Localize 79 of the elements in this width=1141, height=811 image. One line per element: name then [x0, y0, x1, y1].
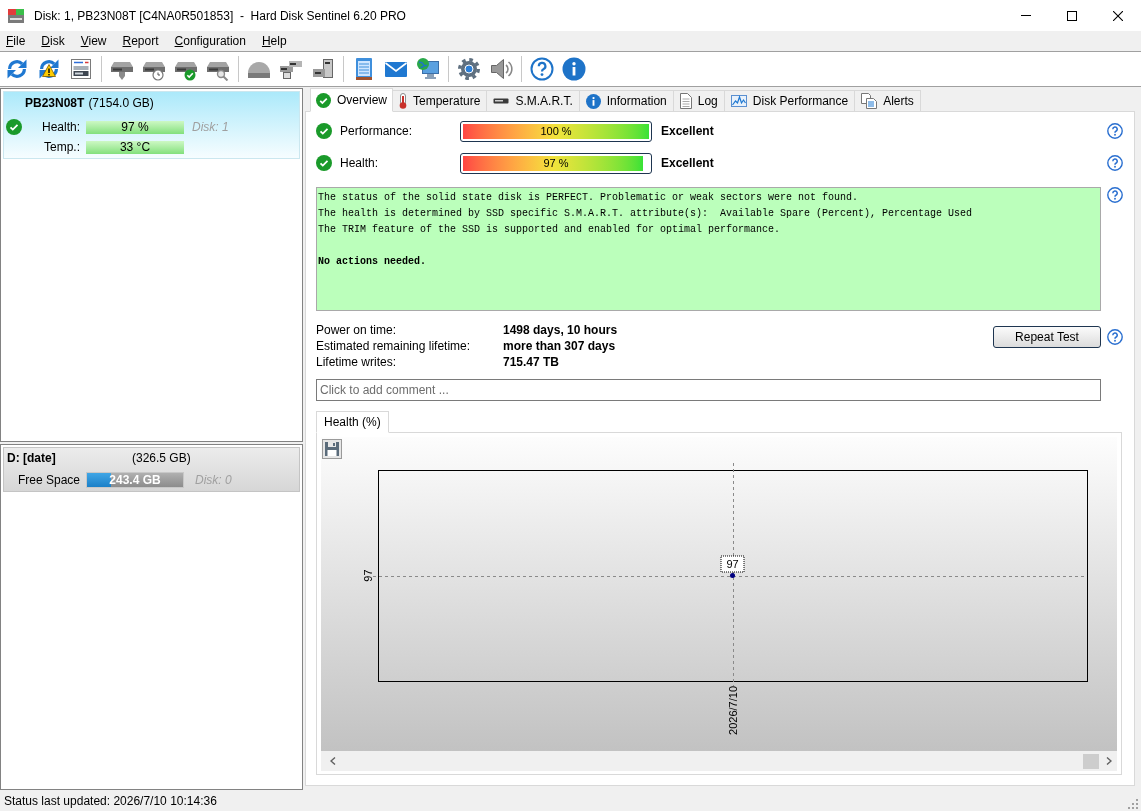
comment-field[interactable]: Click to add comment ... [316, 379, 1101, 401]
save-icon [325, 442, 339, 456]
detail-label: Lifetime writes: [316, 354, 397, 370]
chevron-right-icon[interactable] [1106, 757, 1112, 765]
app-icon [8, 8, 24, 23]
tab[interactable]: Information [578, 90, 674, 111]
document-icon [679, 93, 692, 109]
thermometer-icon [399, 93, 407, 109]
volume-name: D: [date] [7, 451, 56, 465]
refresh-icon[interactable] [5, 57, 29, 81]
message-line: The status of the solid state disk is PERFECT. Problematic or weak sectors were not found. [318, 191, 859, 205]
menu-item[interactable]: View [80, 32, 107, 50]
help-icon[interactable] [1107, 123, 1123, 139]
window-title: Disk: 1, PB23N08T [C4NA0R501853] - Hard Disk Sentinel 6.20 PRO [34, 7, 406, 25]
help-icon[interactable] [1107, 329, 1123, 345]
chevron-left-icon[interactable] [330, 757, 336, 765]
settings-icon[interactable] [457, 57, 481, 81]
message-line: The health is determined by SSD specific S.M.A.R.T. attribute(s): Available Spare (Percent), Percentage Used [318, 207, 973, 221]
repeat-test-button[interactable]: Repeat Test [993, 326, 1101, 348]
tab[interactable]: Temperature [392, 90, 488, 111]
rating-verdict: Excellent [661, 155, 714, 172]
check-icon [316, 92, 331, 108]
reading-value: 97 % [86, 120, 184, 134]
refresh-warning-icon[interactable] [37, 57, 61, 81]
detail-value: 1498 days, 10 hours [503, 322, 618, 338]
data-point [730, 573, 735, 578]
status-text: Status last updated: 2026/7/10 10:14:36 [4, 792, 217, 810]
detail-label: Estimated remaining lifetime: [316, 338, 471, 354]
drive-icon [493, 98, 510, 104]
message-conclusion: No actions needed. [318, 255, 427, 269]
menu-item[interactable]: Disk [41, 32, 65, 50]
save-button[interactable] [322, 439, 342, 459]
detail-label: Power on time: [316, 322, 397, 338]
maximize-icon [1067, 10, 1077, 21]
detail-value: 715.47 TB [503, 354, 560, 370]
info-icon[interactable] [562, 57, 586, 81]
detail-value: more than 307 days [503, 338, 616, 354]
help-icon[interactable] [1107, 187, 1123, 203]
tab[interactable]: Alerts [854, 90, 921, 111]
help-icon[interactable] [1107, 155, 1123, 171]
axis-label: 97 [362, 569, 374, 582]
disk-number: Disk: 0 [195, 472, 232, 489]
rating-value: 97 % [543, 156, 569, 170]
tab[interactable]: Health (%) [316, 411, 389, 433]
drive-tower-icon[interactable] [311, 57, 335, 81]
scrollbar-thumb[interactable] [1083, 753, 1099, 769]
disk-card[interactable]: PB23N08T (7154.0 GB) Health: 97 % Disk: 1 Temp.: 33 °C [3, 91, 300, 159]
axis-label: 2026/7/10 [727, 686, 739, 735]
rating-value: 100 % [540, 124, 572, 138]
disk-name: PB23N08T [25, 95, 85, 112]
rating-label: Health: [340, 156, 379, 170]
close-icon [1113, 10, 1123, 21]
free-space-label: Free Space [17, 472, 80, 489]
info-icon [585, 93, 601, 109]
speaker-icon[interactable] [489, 57, 513, 81]
menu-item[interactable]: Help [261, 32, 287, 50]
horizontal-scrollbar[interactable] [321, 751, 1117, 771]
reading-label: Health: [40, 119, 80, 136]
rating-label: Performance: [340, 124, 413, 138]
message-line: The TRIM feature of the SSD is supported and enabled for optimal performance. [318, 223, 781, 237]
disk-number: Disk: 1 [192, 119, 229, 136]
reading-value: 33 °C [86, 140, 184, 154]
menu-item[interactable]: Configuration [174, 32, 246, 50]
globe-monitor-icon[interactable] [416, 57, 440, 81]
rating-verdict: Excellent [661, 123, 714, 140]
menu-item[interactable]: Report [122, 32, 159, 50]
help-icon[interactable] [530, 57, 554, 81]
disk-size: (7154.0 GB) [88, 95, 154, 112]
documents-icon [861, 93, 878, 109]
tab[interactable]: Log [672, 90, 725, 111]
reading-label: Temp.: [43, 139, 80, 156]
volume-size: (326.5 GB) [132, 450, 191, 467]
minimize-icon [1021, 15, 1031, 16]
tab[interactable]: Overview [310, 88, 393, 112]
data-label: 97 [720, 555, 745, 573]
menu-item[interactable]: File [6, 32, 26, 50]
resize-grip-icon[interactable] [1128, 798, 1138, 809]
chart-icon [730, 95, 747, 107]
drive-panel-icon[interactable] [69, 57, 93, 81]
